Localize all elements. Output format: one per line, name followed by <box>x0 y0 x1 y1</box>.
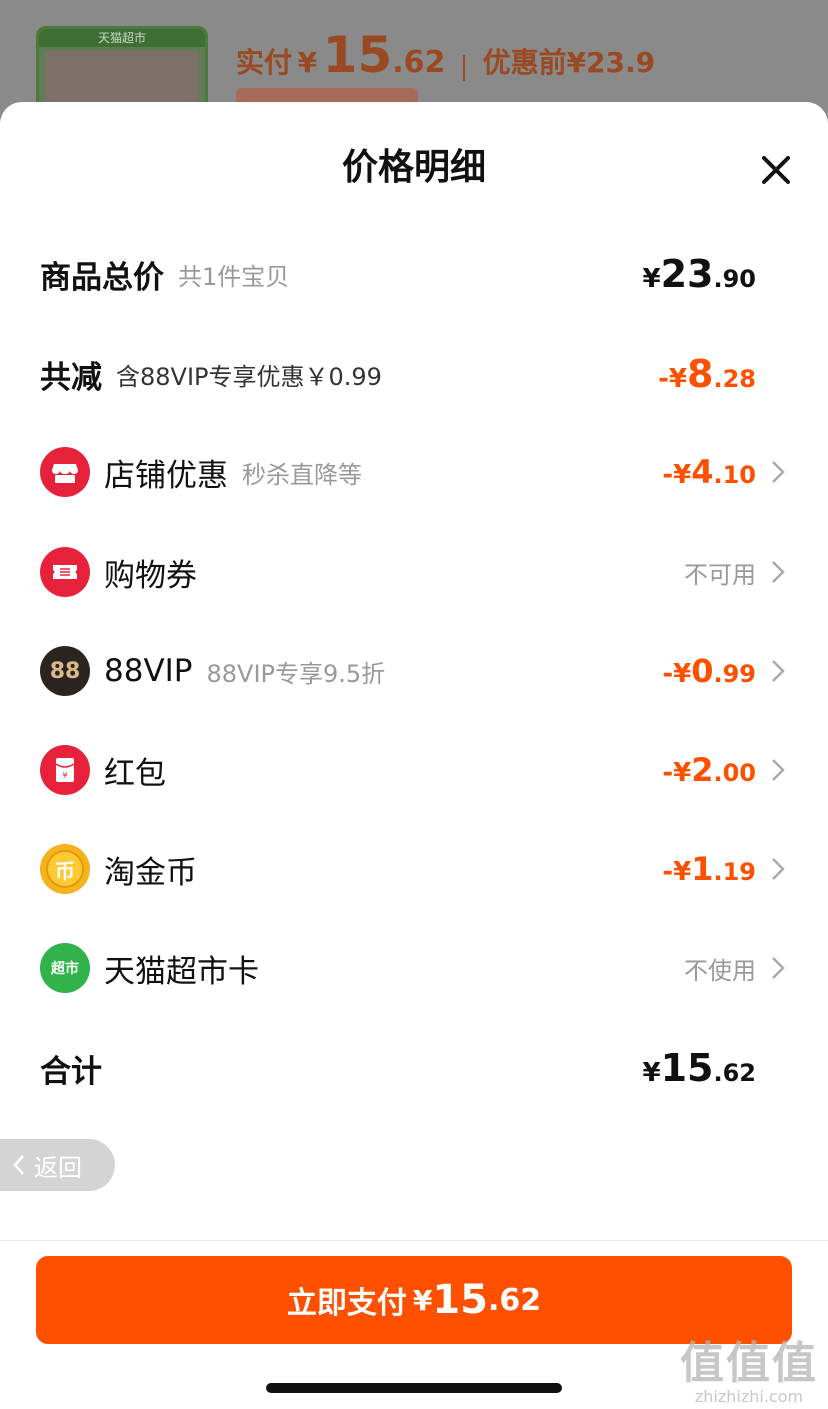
home-indicator[interactable] <box>266 1383 562 1393</box>
shop-discount-note: 秒杀直降等 <box>242 460 362 489</box>
background-price-summary: 实付 ¥ 15.62 优惠前¥23.9 <box>236 26 655 84</box>
tmall-card-icon-text: 超市 <box>51 961 79 977</box>
discount-total-amount: -¥8.28 <box>658 344 756 404</box>
coupon-row[interactable]: 购物券 不可用 <box>40 542 792 602</box>
vip-icon-text: 88 <box>49 658 81 684</box>
vip-label: 88VIP <box>104 653 193 689</box>
red-packet-dec: .00 <box>713 759 756 787</box>
pay-now-button[interactable]: 立即支付 ¥15.62 <box>36 1256 792 1344</box>
price-divider <box>462 54 465 81</box>
price-detail-sheet: 价格明细 商品总价 共1件宝贝 ¥23.90 共减 含88VIP专享优惠￥0.9… <box>0 102 828 1409</box>
gold-coin-icon-text: 币 <box>46 850 84 888</box>
chevron-right-icon <box>772 561 785 583</box>
chevron-right-icon <box>772 660 785 682</box>
tmall-supermarket-icon: 超市 <box>40 943 90 993</box>
subtotal-dec: .90 <box>713 265 756 293</box>
shop-discount-int: 4 <box>691 453 714 491</box>
pay-button-dec: .62 <box>488 1282 542 1318</box>
subtotal-label: 商品总价 <box>40 259 164 296</box>
vip-note: 88VIP专享9.5折 <box>206 659 386 688</box>
red-packet-label: 红包 <box>104 755 166 792</box>
shop-discount-amount: -¥4.10 <box>662 442 785 502</box>
discount-total-int: 8 <box>687 352 714 396</box>
vip-currency: -¥ <box>662 659 692 689</box>
chevron-right-icon <box>772 461 785 483</box>
before-label: 优惠前 <box>482 46 567 79</box>
gold-coin-int: 1 <box>691 850 714 888</box>
discount-total-row: 共减 含88VIP专享优惠￥0.99 -¥8.28 <box>40 344 792 404</box>
discount-total-dec: .28 <box>713 365 756 393</box>
subtotal-amount: ¥23.90 <box>643 244 757 304</box>
total-currency: ¥ <box>642 1058 661 1088</box>
tmall-card-value: 不使用 <box>684 956 756 985</box>
total-row: 合计 ¥15.62 <box>40 1038 792 1098</box>
shop-discount-label: 店铺优惠 <box>104 457 228 494</box>
watermark-logo: 值值值 <box>680 1338 818 1389</box>
red-packet-currency: -¥ <box>662 758 692 788</box>
back-button[interactable]: 返回 <box>0 1139 115 1191</box>
red-packet-amount: -¥2.00 <box>662 740 785 800</box>
pay-button-currency: ¥ <box>412 1283 433 1317</box>
vip-dec: .99 <box>713 660 756 688</box>
subtotal-count: 共1件宝贝 <box>178 262 290 291</box>
thumbnail-store-label: 天猫超市 <box>39 29 205 47</box>
store-icon <box>40 447 90 497</box>
paid-label: 实付 <box>236 46 293 79</box>
ticket-icon <box>40 547 90 597</box>
sheet-title: 价格明细 <box>341 147 486 188</box>
gold-coin-row[interactable]: 币 淘金币 -¥1.19 <box>40 839 792 899</box>
subtotal-int: 23 <box>660 252 714 296</box>
coupon-status: 不可用 <box>684 542 785 602</box>
watermark-url: zhizhizhi.com <box>694 1387 804 1406</box>
pay-button-label: 立即支付 <box>286 1286 407 1321</box>
pay-button-int: 15 <box>432 1277 488 1323</box>
discount-total-currency: -¥ <box>658 364 688 394</box>
footer-divider <box>0 1240 828 1241</box>
subtotal-row: 商品总价 共1件宝贝 ¥23.90 <box>40 244 792 304</box>
subtotal-currency: ¥ <box>642 264 661 294</box>
thumbnail-image <box>45 51 199 107</box>
chevron-right-icon <box>772 759 785 781</box>
vip-int: 0 <box>691 652 714 690</box>
before-value: ¥23.9 <box>566 46 656 79</box>
gold-coin-dec: .19 <box>713 858 756 886</box>
tmall-card-row[interactable]: 超市 天猫超市卡 不使用 <box>40 938 792 998</box>
chevron-right-icon <box>772 858 785 880</box>
close-icon[interactable] <box>760 154 792 186</box>
gold-coin-amount: -¥1.19 <box>662 839 785 899</box>
tmall-card-status: 不使用 <box>684 938 785 998</box>
watermark: 值值值 zhizhizhi.com <box>680 1327 818 1406</box>
discount-total-label: 共减 <box>40 359 102 396</box>
red-packet-icon: ¥ <box>40 745 90 795</box>
total-label: 合计 <box>40 1053 102 1090</box>
back-button-label: 返回 <box>34 1153 82 1182</box>
paid-int: 15 <box>322 26 393 84</box>
shop-discount-currency: -¥ <box>662 460 692 490</box>
gold-coin-label: 淘金币 <box>104 854 197 891</box>
shop-discount-row[interactable]: 店铺优惠 秒杀直降等 -¥4.10 <box>40 442 792 502</box>
chevron-right-icon <box>772 957 785 979</box>
paid-currency: ¥ <box>297 46 318 79</box>
total-dec: .62 <box>713 1059 756 1087</box>
tmall-card-label: 天猫超市卡 <box>104 953 259 990</box>
paid-dec: .62 <box>392 45 446 80</box>
gold-coin-currency: -¥ <box>662 857 692 887</box>
total-amount: ¥15.62 <box>643 1038 757 1098</box>
coupon-value: 不可用 <box>684 560 756 589</box>
red-packet-int: 2 <box>691 751 714 789</box>
total-int: 15 <box>660 1046 714 1090</box>
svg-text:¥: ¥ <box>62 771 67 780</box>
coupon-label: 购物券 <box>104 557 197 594</box>
gold-coin-icon: 币 <box>40 844 90 894</box>
chevron-left-icon <box>13 1155 24 1175</box>
vip-amount: -¥0.99 <box>662 641 785 701</box>
vip-row[interactable]: 88 88VIP 88VIP专享9.5折 -¥0.99 <box>40 641 792 701</box>
discount-total-note: 含88VIP专享优惠￥0.99 <box>116 362 382 391</box>
vip-88-icon: 88 <box>40 646 90 696</box>
red-packet-row[interactable]: ¥ 红包 -¥2.00 <box>40 740 792 800</box>
shop-discount-dec: .10 <box>713 461 756 489</box>
